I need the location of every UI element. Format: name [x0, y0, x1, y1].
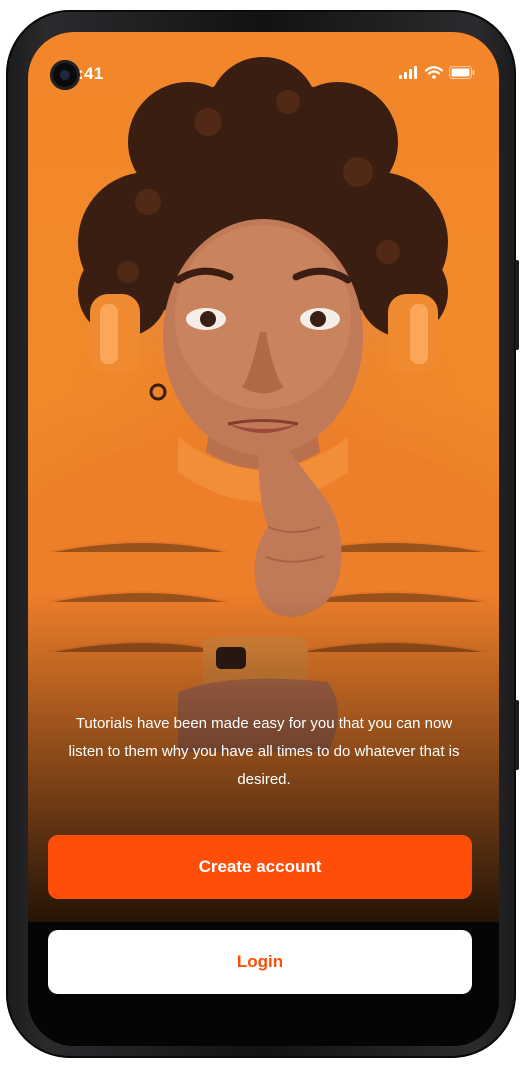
wifi-icon [425, 66, 443, 79]
phone-frame: :41 Tutorials have been made easy for yo… [6, 10, 519, 1058]
create-account-button[interactable]: Create account [48, 835, 472, 899]
volume-button [515, 700, 519, 770]
front-camera-icon [50, 60, 80, 90]
status-icons [399, 66, 475, 79]
status-time: :41 [78, 64, 104, 83]
app-screen: :41 Tutorials have been made easy for yo… [28, 32, 499, 1046]
power-button [515, 260, 519, 350]
battery-icon [449, 66, 475, 79]
cellular-signal-icon [399, 66, 417, 79]
login-button[interactable]: Login [48, 930, 472, 994]
onboarding-caption: Tutorials have been made easy for you th… [68, 715, 460, 788]
